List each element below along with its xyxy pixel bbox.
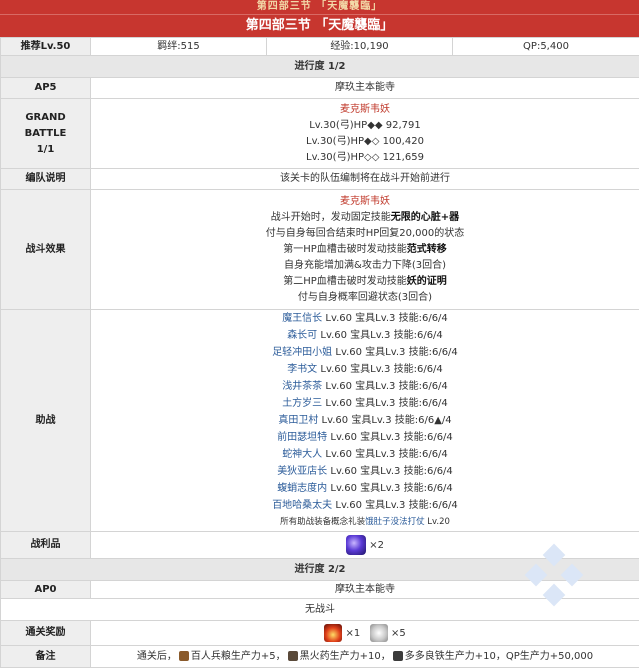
servant-stats: Lv.60 宝具Lv.3 技能:6/6/4	[322, 449, 448, 460]
servant-stats: Lv.60 宝具Lv.3 技能:6/6/4	[332, 347, 458, 358]
servant-link[interactable]: 蛇神大人	[282, 449, 322, 460]
servant-link[interactable]: 百地哈桑太夫	[272, 500, 332, 511]
ce-link[interactable]: 饿肚子没法打仗	[365, 517, 425, 527]
servant-stats: Lv.60 宝具Lv.3 技能:6/6/4	[322, 381, 448, 392]
formation-label: 编队说明	[0, 168, 91, 190]
support-row: 森长可 Lv.60 宝具Lv.3 技能:6/6/4	[92, 327, 639, 344]
support-list: 魔王信长 Lv.60 宝具Lv.3 技能:6/6/4 森长可 Lv.60 宝具Lv…	[92, 311, 639, 515]
support-row: 美狄亚店长 Lv.60 宝具Lv.3 技能:6/6/4	[92, 463, 639, 480]
servant-stats: Lv.60 宝具Lv.3 技能:6/6/4	[322, 398, 448, 409]
rations-icon	[178, 650, 189, 661]
servant-stats: Lv.60 宝具Lv.3 技能:6/6/4	[317, 330, 443, 341]
grand-battle-label: GRAND BATTLE 1/1	[0, 98, 91, 169]
notes-cell: 通关后， 百人兵粮生产力+5， 黑火药生产力+10， 多多良铁生产力+10，QP生产力…	[90, 645, 639, 668]
support-row: 浅井茶茶 Lv.60 宝具Lv.3 技能:6/6/4	[92, 378, 639, 395]
reward-count-2: ×5	[390, 628, 406, 639]
effect-enemy-name: 麦克斯韦妖	[340, 195, 390, 207]
purple-gem-icon[interactable]	[346, 535, 367, 555]
support-row: 百地哈桑太夫 Lv.60 宝具Lv.3 技能:6/6/4	[92, 497, 639, 514]
ap-label-1: AP5	[0, 77, 91, 99]
qp-value: QP:5,400	[452, 37, 639, 56]
formation-text: 该关卡的队伍编制将在战斗开始前进行	[90, 168, 639, 190]
bond-value: 羁绊:515	[90, 37, 267, 56]
recommend-level: 推荐Lv.50	[0, 37, 91, 56]
servant-stats: Lv.60 宝具Lv.3 技能:6/6/4	[327, 432, 453, 443]
skill-paradigm-shift: 范式转移	[406, 243, 447, 255]
effect-line-5: 第二HP血槽击破时发动技能妖的证明	[283, 275, 447, 287]
battle-effect-label: 战斗效果	[0, 189, 91, 310]
grand-label-line2: BATTLE	[24, 127, 67, 139]
top-title-bar: 第四部三节 「天魔襲臨」	[0, 0, 639, 14]
notes-label: 备注	[0, 645, 91, 668]
servant-stats: Lv.60 宝具Lv.3 技能:6/6/4	[317, 364, 443, 375]
support-row: 足轻冲田小姐 Lv.60 宝具Lv.3 技能:6/6/4	[92, 344, 639, 361]
servant-stats: Lv.60 宝具Lv.3 技能:6/6/4	[322, 313, 448, 324]
loot-count: ×2	[369, 540, 384, 551]
reward-count-1: ×1	[345, 628, 361, 639]
servant-link[interactable]: 真田卫村	[278, 415, 318, 426]
main-title-bar: 第四部三节 「天魔襲臨」	[0, 14, 639, 37]
gunpowder-icon	[287, 650, 298, 661]
support-footer: 所有助战装备概念礼装饿肚子没法打仗 Lv.20	[280, 517, 450, 527]
servant-link[interactable]: 李书文	[287, 364, 317, 375]
clear-reward-label: 通关奖励	[0, 620, 91, 646]
support-row: 蝮蛸志度内 Lv.60 宝具Lv.3 技能:6/6/4	[92, 480, 639, 497]
exp-value: 经验:10,190	[266, 37, 453, 56]
grand-label-line3: 1/1	[36, 143, 55, 155]
enemy-cell: 麦克斯韦妖 Lv.30(弓)HP◆◆ 92,791 Lv.30(弓)HP◆◇ 1…	[90, 98, 639, 169]
support-row: 李书文 Lv.60 宝具Lv.3 技能:6/6/4	[92, 361, 639, 378]
quest-page: 第四部三节 「天魔襲臨」 第四部三节 「天魔襲臨」 推荐Lv.50 羁绊:515…	[0, 0, 639, 671]
servant-link[interactable]: 蝮蛸志度内	[277, 483, 327, 494]
servant-link[interactable]: 足轻冲田小姐	[272, 347, 332, 358]
effect-line-2: 付与自身每回合结束时HP回复20,000的状态	[265, 227, 465, 239]
support-row: 前田瑟坦特 Lv.60 宝具Lv.3 技能:6/6/4	[92, 429, 639, 446]
support-cell: 魔王信长 Lv.60 宝具Lv.3 技能:6/6/4 森长可 Lv.60 宝具Lv…	[90, 309, 639, 532]
servant-stats: Lv.60 宝具Lv.3 技能:6/6▲/4	[318, 415, 452, 426]
servant-stats: Lv.60 宝具Lv.3 技能:6/6/4	[332, 500, 458, 511]
enemy-wave-1: Lv.30(弓)HP◆◆ 92,791	[309, 119, 421, 131]
servant-link[interactable]: 魔王信长	[282, 313, 322, 324]
servant-link[interactable]: 美狄亚店长	[277, 466, 327, 477]
servant-link[interactable]: 前田瑟坦特	[277, 432, 327, 443]
grand-label-line1: GRAND	[25, 111, 66, 123]
support-row: 真田卫村 Lv.60 宝具Lv.3 技能:6/6▲/4	[92, 412, 639, 429]
servant-link[interactable]: 土方岁三	[282, 398, 322, 409]
effect-line-3: 第一HP血槽击破时发动技能范式转移	[283, 243, 447, 255]
ap-location-1: 摩玖主本能寺	[90, 77, 639, 99]
enemy-wave-3: Lv.30(弓)HP◇◇ 121,659	[306, 151, 424, 163]
watermark-logo-icon	[524, 543, 584, 607]
effect-line-1: 战斗开始时，发动固定技能无限的心脏+器	[270, 211, 460, 223]
enemy-wave-2: Lv.30(弓)HP◆◇ 100,420	[306, 135, 424, 147]
servant-link[interactable]: 森长可	[287, 330, 317, 341]
servant-stats: Lv.60 宝具Lv.3 技能:6/6/4	[327, 466, 453, 477]
clear-reward-cell: ×1 ×5	[90, 620, 639, 646]
battle-effect-cell: 麦克斯韦妖 战斗开始时，发动固定技能无限的心脏+器 付与自身每回合结束时HP回复…	[90, 189, 639, 310]
support-row: 魔王信长 Lv.60 宝具Lv.3 技能:6/6/4	[92, 311, 639, 328]
loot-label: 战利品	[0, 531, 91, 559]
silver-material-icon[interactable]	[369, 624, 388, 642]
servant-stats: Lv.60 宝具Lv.3 技能:6/6/4	[327, 483, 453, 494]
progress-1: 进行度 1/2	[0, 55, 639, 78]
enemy-name: 麦克斯韦妖	[340, 103, 390, 115]
iron-icon	[392, 650, 403, 661]
fire-material-icon[interactable]	[324, 624, 343, 642]
effect-line-6: 付与自身概率回避状态(3回合)	[297, 291, 433, 303]
skill-proof-of-demon: 妖的证明	[406, 275, 447, 287]
effect-line-4: 自身充能增加满&攻击力下降(3回合)	[284, 259, 446, 271]
support-label: 助战	[0, 309, 91, 532]
support-row: 蛇神大人 Lv.60 宝具Lv.3 技能:6/6/4	[92, 446, 639, 463]
ap-label-2: AP0	[0, 580, 91, 599]
servant-link[interactable]: 浅井茶茶	[282, 381, 322, 392]
support-row: 土方岁三 Lv.60 宝具Lv.3 技能:6/6/4	[92, 395, 639, 412]
skill-infinite-heart: 无限的心脏+器	[390, 211, 460, 223]
